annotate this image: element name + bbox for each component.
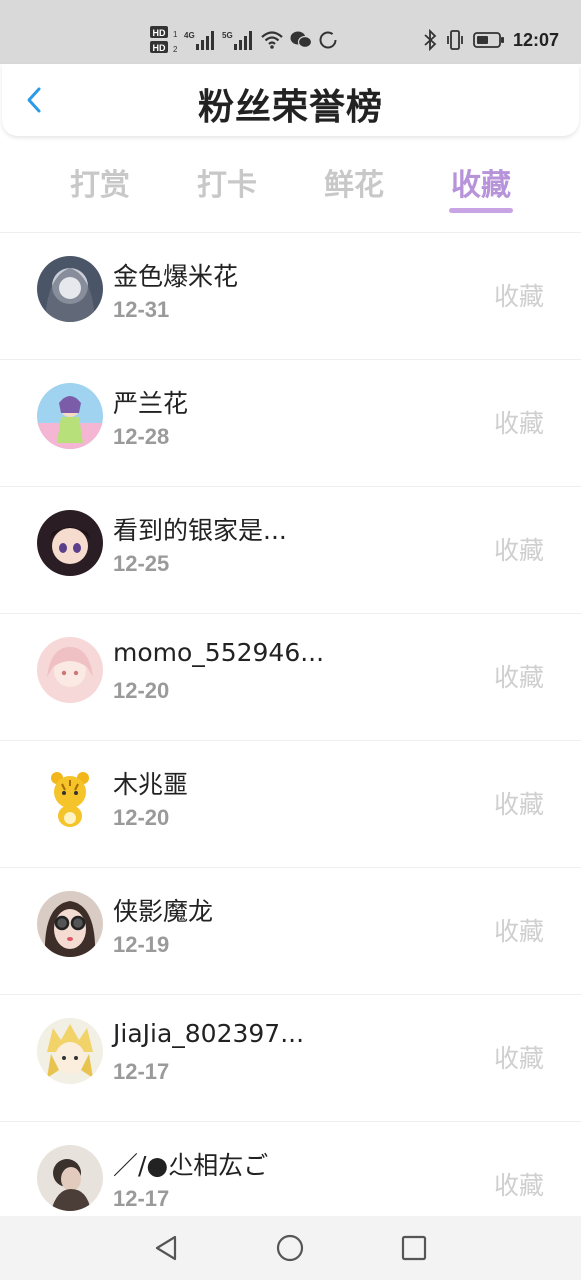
list-item[interactable]: JiaJia_802397... 12-17 收藏 [0, 994, 581, 1121]
battery-icon [473, 30, 505, 50]
list-item[interactable]: 侠影魔龙 12-19 收藏 [0, 867, 581, 994]
fan-date: 12-17 [113, 1186, 170, 1211]
favorite-label: 收藏 [493, 663, 544, 692]
tab-flowers[interactable]: 鲜花 [304, 160, 404, 204]
fan-name: JiaJia_802397... [113, 1019, 305, 1048]
avatar[interactable] [37, 891, 103, 957]
page-title: 粉丝荣誉榜 [197, 87, 383, 128]
favorite-label: 收藏 [493, 409, 544, 438]
svg-text:1: 1 [173, 30, 178, 39]
fan-date: 12-20 [113, 678, 170, 703]
fan-date: 12-19 [113, 932, 170, 957]
hd-icons: HD 1 HD 2 [150, 25, 178, 55]
nav-recent-button[interactable] [398, 1232, 430, 1264]
hd1-label: HD [153, 28, 166, 38]
recent-square-icon [401, 1235, 427, 1261]
active-tab-indicator [449, 208, 513, 213]
fan-date: 12-17 [113, 1059, 170, 1084]
list-item[interactable]: momo_552946... 12-20 收藏 [0, 613, 581, 740]
tab-bar: 打赏 打卡 鲜花 收藏 [0, 150, 581, 220]
net1-label: 4G [184, 31, 195, 40]
nav-back-button[interactable] [150, 1232, 182, 1264]
list-item[interactable]: 木兆噩 12-20 收藏 [0, 740, 581, 867]
fan-name: 严兰花 [113, 389, 189, 418]
status-icons-right: 12:07 [423, 22, 559, 58]
avatar[interactable] [37, 1145, 103, 1211]
favorite-label: 收藏 [493, 1171, 544, 1200]
system-nav-bar [0, 1216, 581, 1280]
list-item[interactable]: 金色爆米花 12-31 收藏 [0, 232, 581, 359]
status-icons-left: HD 1 HD 2 4G 5G [150, 22, 338, 58]
app-header: 粉丝荣誉榜 [2, 64, 579, 136]
svg-text:2: 2 [173, 45, 178, 54]
favorite-label: 收藏 [493, 1044, 544, 1073]
fan-date: 12-28 [113, 424, 170, 449]
back-triangle-icon [155, 1235, 177, 1261]
list-item[interactable]: 看到的银家是... 12-25 收藏 [0, 486, 581, 613]
tab-favorites[interactable]: 收藏 [431, 160, 531, 204]
bluetooth-icon [423, 29, 437, 51]
fan-date: 12-20 [113, 805, 170, 830]
home-circle-icon [276, 1234, 304, 1262]
avatar[interactable] [37, 764, 103, 830]
signal-4g-icon: 4G [184, 28, 216, 52]
fan-date: 12-31 [113, 297, 170, 322]
signal-5g-icon: 5G [222, 28, 254, 52]
fan-name: ／/●尐相厷ご [113, 1151, 269, 1180]
favorite-label: 收藏 [493, 536, 544, 565]
nav-home-button[interactable] [274, 1232, 306, 1264]
net2-label: 5G [222, 31, 233, 40]
favorite-label: 收藏 [493, 917, 544, 946]
tab-checkin[interactable]: 打卡 [177, 160, 277, 204]
avatar[interactable] [37, 510, 103, 576]
fan-name: 金色爆米花 [113, 262, 239, 291]
list-item[interactable]: 严兰花 12-28 收藏 [0, 359, 581, 486]
loading-icon [318, 30, 338, 50]
fan-name: 木兆噩 [113, 770, 189, 799]
tab-reward[interactable]: 打赏 [50, 160, 150, 204]
favorite-label: 收藏 [493, 282, 544, 311]
status-time: 12:07 [512, 29, 559, 50]
favorite-label: 收藏 [493, 790, 544, 819]
avatar[interactable] [37, 256, 103, 322]
vibrate-icon [445, 29, 465, 51]
avatar[interactable] [37, 383, 103, 449]
fan-date: 12-25 [113, 551, 170, 576]
status-bar: HD 1 HD 2 4G 5G 12:07 [0, 0, 581, 64]
fan-list: 金色爆米花 12-31 收藏 严兰花 12-28 收藏 看到的银家是... 12… [0, 232, 581, 1248]
wechat-icon [290, 30, 312, 50]
fan-name: momo_552946... [113, 638, 325, 667]
avatar[interactable] [37, 637, 103, 703]
wifi-icon [260, 30, 284, 50]
avatar[interactable] [37, 1018, 103, 1084]
fan-name: 看到的银家是... [113, 516, 287, 545]
hd2-label: HD [153, 43, 166, 53]
fan-name: 侠影魔龙 [113, 897, 214, 926]
